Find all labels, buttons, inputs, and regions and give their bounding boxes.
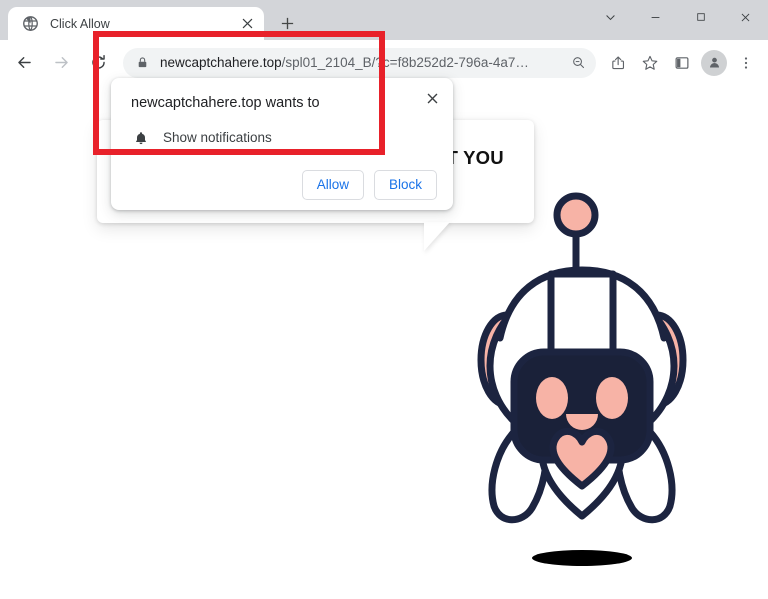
side-panel-icon[interactable] <box>667 48 697 78</box>
robot-shadow <box>532 550 632 566</box>
url-path: /spl01_2104_B/?c=f8b252d2-796a-4a7… <box>281 55 529 70</box>
new-tab-button[interactable] <box>273 9 301 37</box>
lock-icon <box>136 56 149 69</box>
dialog-actions: Allow Block <box>131 169 437 200</box>
permission-row: Show notifications <box>131 128 437 148</box>
profile-avatar[interactable] <box>701 49 727 76</box>
forward-button[interactable] <box>45 46 78 79</box>
globe-icon <box>22 15 39 32</box>
dialog-close-icon[interactable] <box>420 86 444 110</box>
reload-button[interactable] <box>82 46 115 79</box>
notification-permission-dialog: newcaptchahere.top wants to Show notific… <box>111 78 453 210</box>
tab-title: Click Allow <box>50 16 110 31</box>
dialog-title: newcaptchahere.top wants to <box>131 95 320 111</box>
robot-mascot-illustration <box>452 170 712 580</box>
minimize-button[interactable] <box>633 0 678 34</box>
bookmark-star-icon[interactable] <box>635 48 665 78</box>
tab-search-button[interactable] <box>588 0 633 34</box>
browser-tab[interactable]: Click Allow <box>8 7 264 40</box>
close-button[interactable] <box>723 0 768 34</box>
permission-label: Show notifications <box>163 130 272 146</box>
share-icon[interactable] <box>603 48 633 78</box>
tab-close-icon[interactable] <box>238 15 256 33</box>
maximize-button[interactable] <box>678 0 723 34</box>
back-button[interactable] <box>8 46 41 79</box>
browser-window: Click Allow newcaptchahere.top/spl01_210… <box>0 0 768 599</box>
window-controls <box>588 0 768 34</box>
allow-button[interactable]: Allow <box>301 169 364 200</box>
bell-icon <box>131 128 151 148</box>
chrome-menu-icon[interactable] <box>731 48 761 78</box>
tab-strip: Click Allow <box>0 0 768 40</box>
address-bar[interactable]: newcaptchahere.top/spl01_2104_B/?c=f8b25… <box>123 47 596 78</box>
url-text: newcaptchahere.top/spl01_2104_B/?c=f8b25… <box>160 55 564 70</box>
block-button[interactable]: Block <box>373 169 437 200</box>
zoom-out-icon[interactable] <box>564 49 592 77</box>
url-host: newcaptchahere.top <box>160 55 282 70</box>
speech-bubble-tail <box>424 222 450 252</box>
